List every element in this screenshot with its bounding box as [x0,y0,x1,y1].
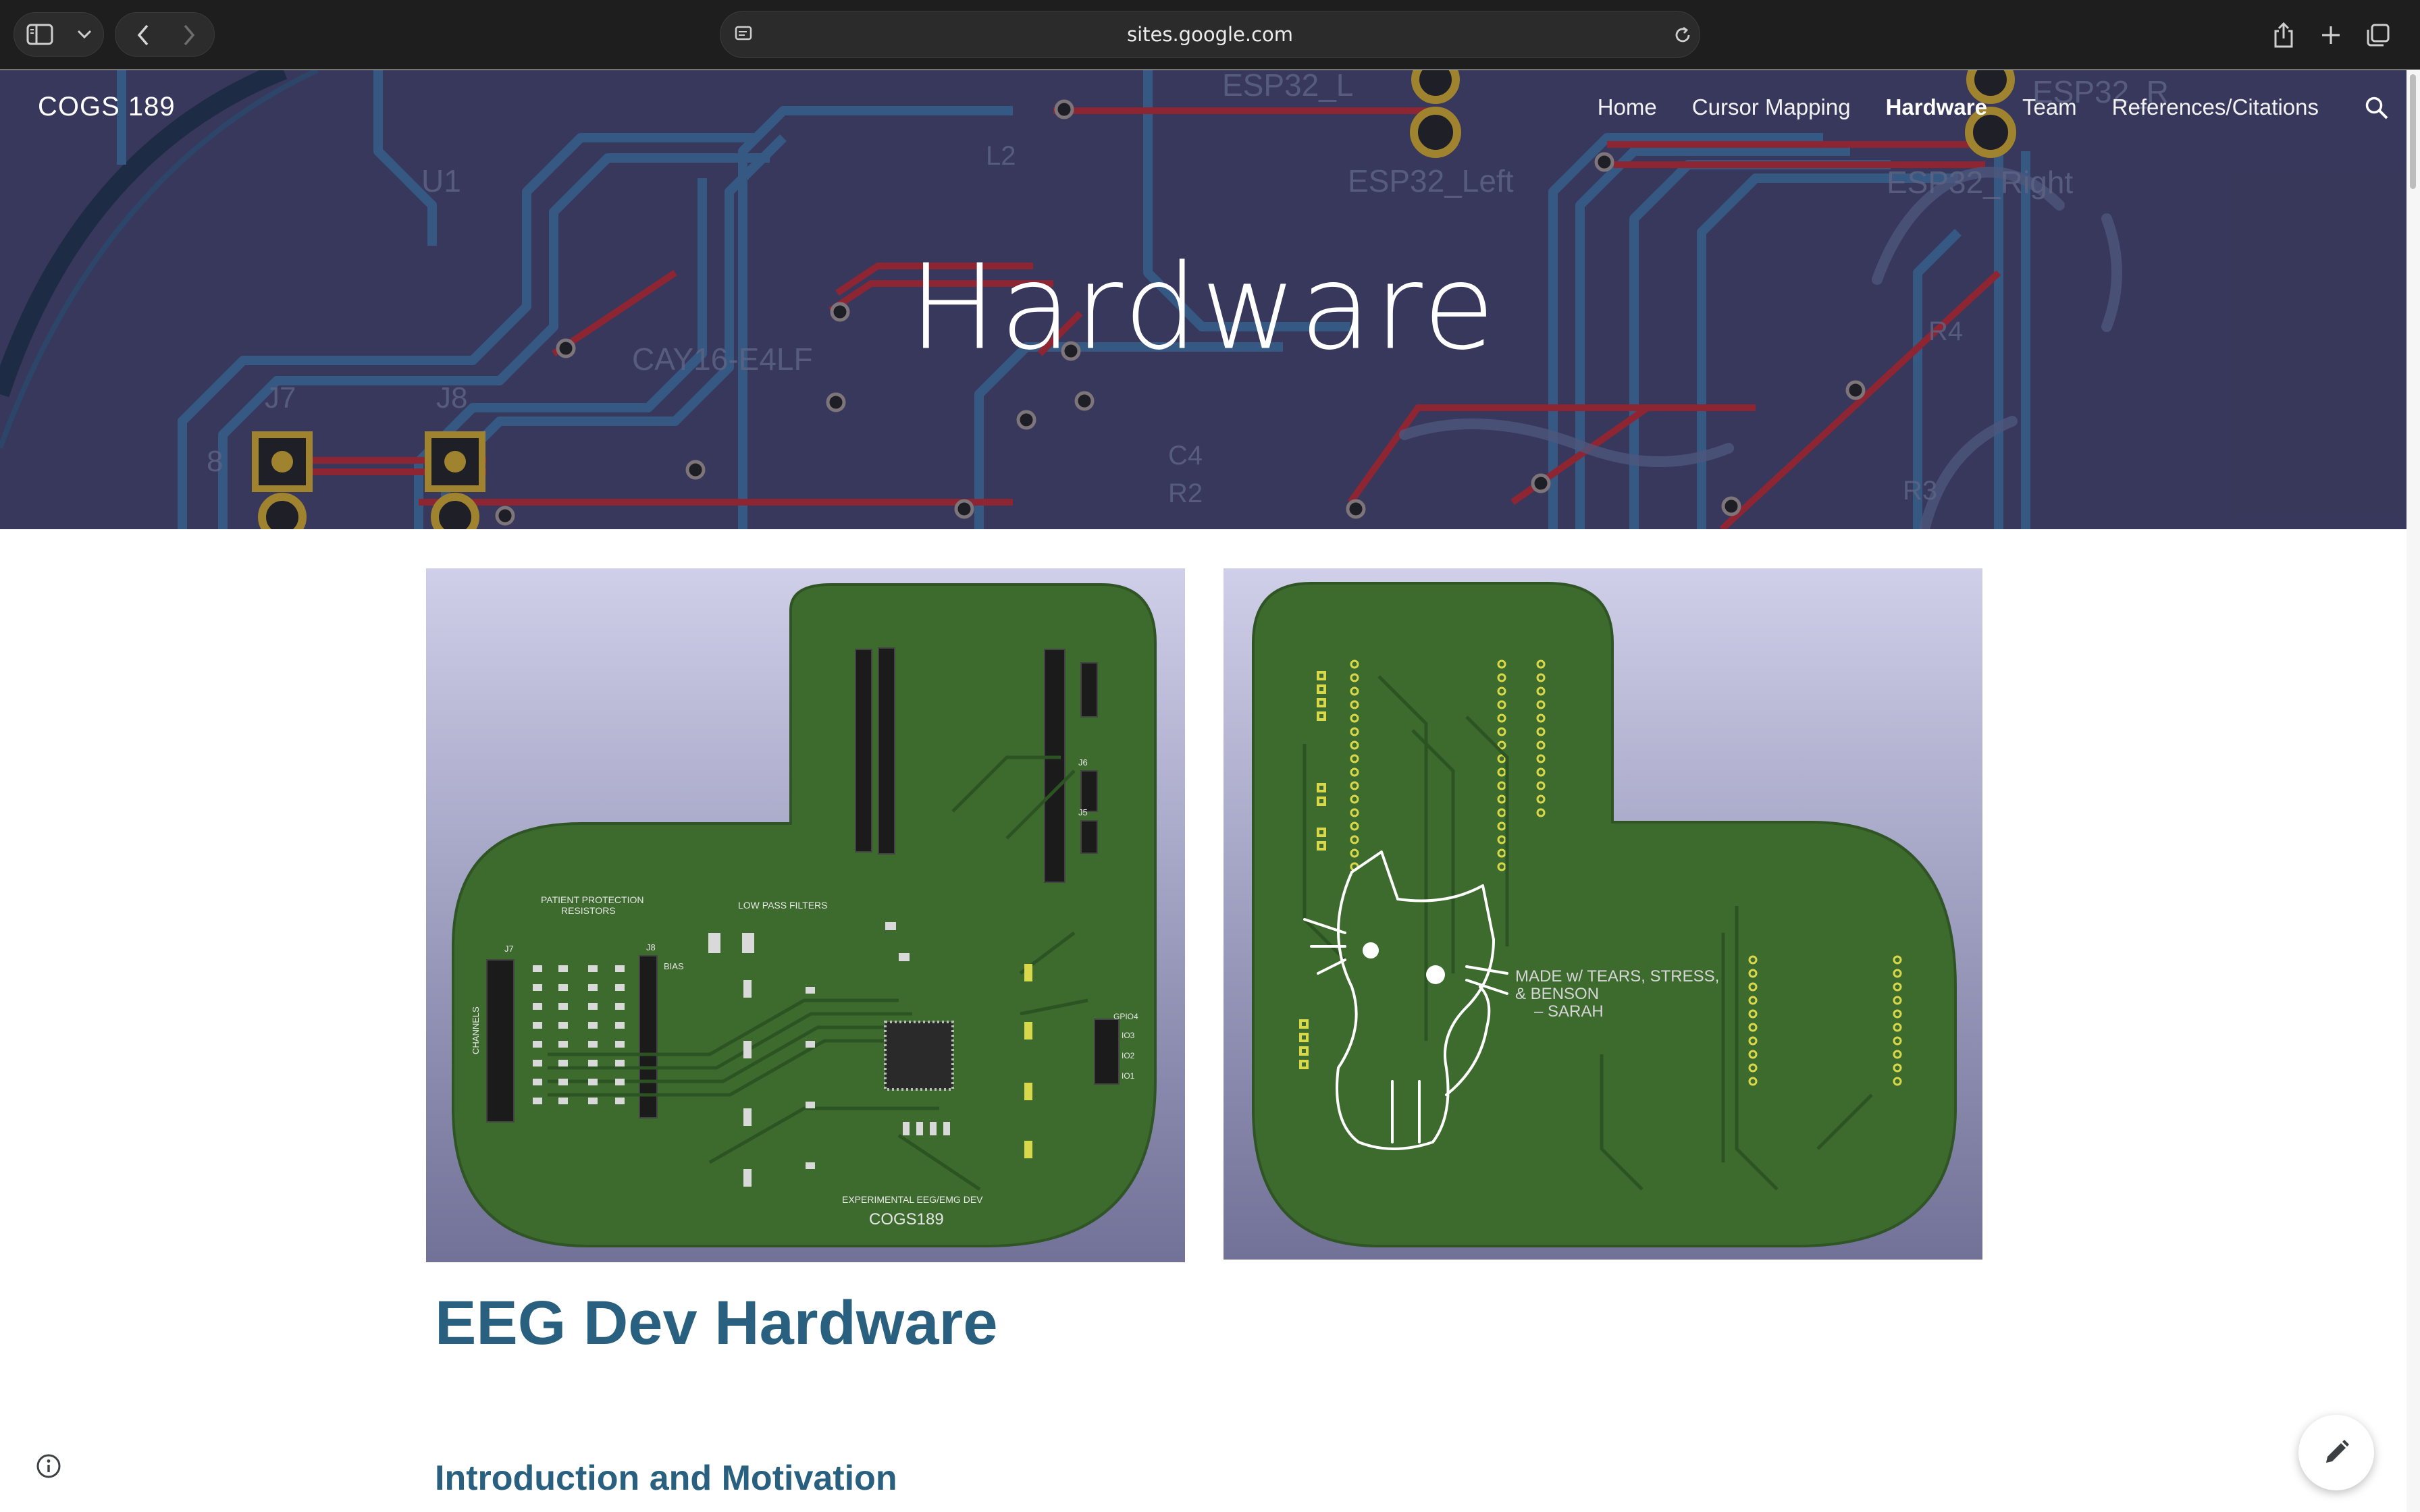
pcb-front-label-j7: J7 [504,944,514,954]
pcb-front-label-io3: IO3 [1122,1031,1135,1040]
pcb-back-signature-line2: & BENSON [1515,985,1599,1003]
pcb-front-label-lpf: LOW PASS FILTERS [738,900,828,911]
hero-banner: U1 J7 J8 8 CAY16-E4LF ESP32_L ESP32_Left… [0,70,2406,529]
site-title[interactable]: COGS 189 [38,92,176,122]
nav-references[interactable]: References/Citations [2112,94,2319,120]
pcb-front-label-brand: COGS189 [869,1210,944,1228]
pcb-front-label-io2: IO2 [1122,1051,1135,1060]
pcb-front-label-resistors: RESISTORS [561,905,616,916]
address-bar[interactable]: sites.google.com [720,11,1700,58]
nav-cursor-mapping[interactable]: Cursor Mapping [1692,94,1851,120]
nav-team[interactable]: Team [2022,94,2077,120]
tabs-overview-icon[interactable] [2363,20,2393,50]
info-icon[interactable] [34,1451,63,1481]
pencil-icon [2326,1440,2349,1463]
pcb-front-image: PATIENT PROTECTION RESISTORS LOW PASS FI… [426,568,1185,1262]
share-icon[interactable] [2269,20,2298,50]
pcb-back-image: MADE w/ TEARS, STRESS, & BENSON – SARAH [1224,568,1982,1260]
pcb-front-label-gpio: GPIO4 [1113,1012,1138,1021]
pcb-front-label-bias: BIAS [664,961,684,971]
reload-icon[interactable] [1671,24,1694,47]
pcb-front-label-j8: J8 [646,942,656,952]
sidebar-icon[interactable] [25,21,55,48]
pcb-front-label-io1: IO1 [1122,1071,1135,1081]
page-title: Hardware [908,239,1498,377]
scroll-thumb[interactable] [2410,74,2416,189]
browser-toolbar: sites.google.com [0,0,2420,70]
history-button-group [115,12,215,57]
back-icon[interactable] [128,20,159,51]
pcb-front-label-patient: PATIENT PROTECTION [541,894,643,905]
chevron-down-icon[interactable] [72,22,97,47]
sidebar-button-group[interactable] [14,12,104,57]
content-heading: EEG Dev Hardware [435,1289,998,1357]
edit-button[interactable] [2298,1415,2374,1490]
pcb-back-signature-line3: – SARAH [1534,1002,1604,1021]
forward-icon[interactable] [174,20,205,51]
page-scrollbar[interactable] [2406,70,2420,1512]
pcb-back-signature-line1: MADE w/ TEARS, STRESS, [1515,967,1719,986]
site-navigation: Home Cursor Mapping Hardware Team Refere… [1598,94,2319,120]
pcb-front-label-j6: J6 [1078,757,1088,767]
search-icon[interactable] [2361,92,2393,124]
pcb-front-label-footer: EXPERIMENTAL EEG/EMG DEV [842,1194,983,1205]
new-tab-icon[interactable] [2316,20,2346,50]
pcb-front-label-channels: CHANNELS [471,1006,481,1054]
pcb-front-label-j5: J5 [1078,807,1088,817]
section-heading: Introduction and Motivation [435,1459,897,1498]
nav-hardware[interactable]: Hardware [1886,94,1987,120]
url-text[interactable]: sites.google.com [720,11,1700,57]
nav-home[interactable]: Home [1598,94,1657,120]
